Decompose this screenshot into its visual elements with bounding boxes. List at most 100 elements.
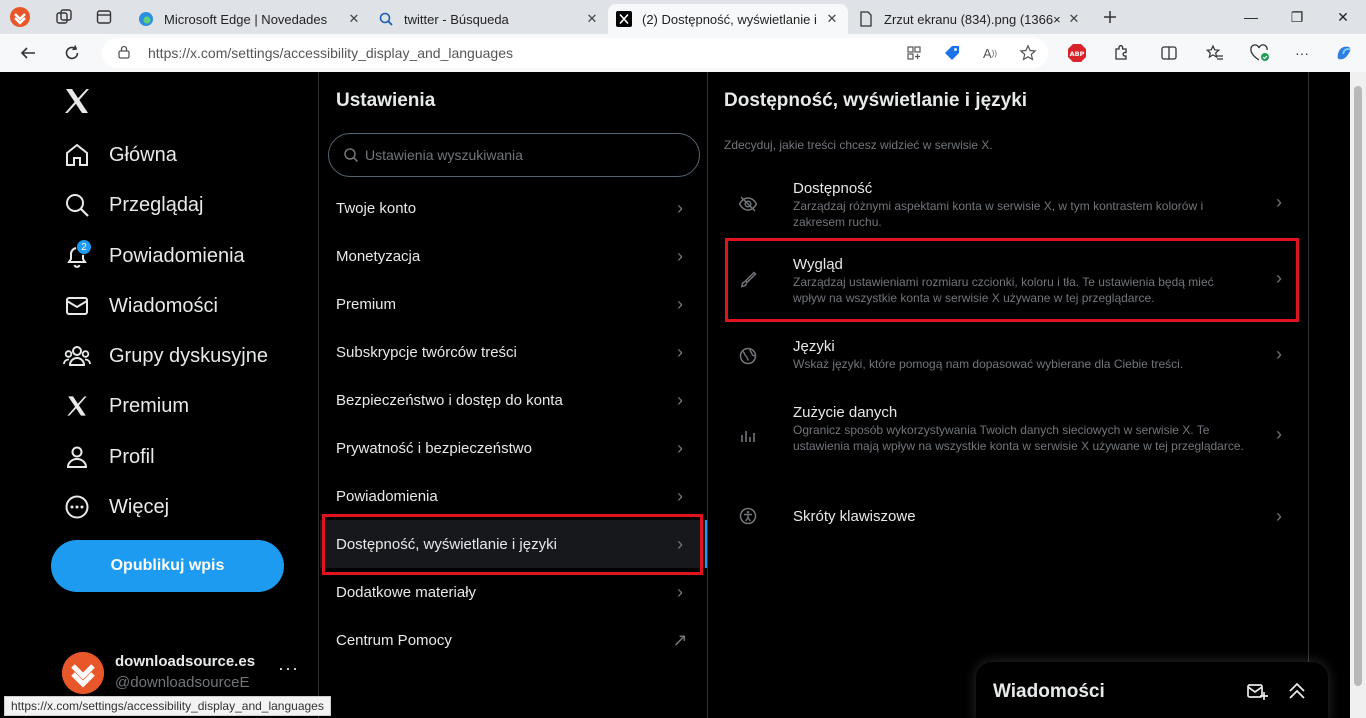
x-page: Główna Przeglądaj 2 Powiadomienia Wiadom… [4, 72, 1350, 718]
person-icon [62, 442, 92, 472]
tab-x-settings[interactable]: (2) Dostępność, wyświetlanie i języ ✕ [608, 4, 848, 34]
more-circle-icon [62, 492, 92, 522]
new-tab-icon[interactable] [1098, 5, 1122, 29]
svg-text:ABP: ABP [1070, 50, 1085, 58]
bell-icon: 2 [62, 239, 92, 271]
extensions-icon[interactable] [1111, 43, 1131, 63]
settings-more-icon[interactable]: ··· [1292, 43, 1312, 63]
settings-item-account[interactable]: Twoje konto › [320, 184, 706, 232]
chevron-right-icon: › [677, 437, 683, 458]
coupon-tag-icon[interactable] [942, 43, 962, 63]
nav-item-profile[interactable]: Profil [62, 437, 155, 477]
account-name: downloadsource.es [115, 653, 256, 670]
highlight-box-settings-item [322, 514, 703, 575]
eye-off-icon [738, 194, 758, 214]
chevron-right-icon: › [1276, 424, 1282, 444]
selected-indicator [705, 520, 707, 568]
close-icon[interactable]: ✕ [1066, 11, 1082, 27]
page-scrollbar[interactable] [1350, 72, 1366, 718]
tab-edge-news[interactable]: Microsoft Edge | Novedades ✕ [130, 4, 370, 34]
nav-item-home[interactable]: Główna [62, 135, 177, 175]
settings-item-premium[interactable]: Premium › [320, 280, 706, 328]
split-screen-icon[interactable] [1159, 43, 1179, 63]
minimize-icon[interactable]: — [1228, 4, 1274, 30]
settings-item-additional-resources[interactable]: Dodatkowe materiały › [320, 568, 706, 616]
copilot-icon[interactable] [1334, 43, 1354, 63]
post-button[interactable]: Opublikuj wpis [51, 540, 284, 592]
workspaces-icon[interactable] [52, 5, 76, 29]
window-close-icon[interactable]: ✕ [1320, 4, 1366, 30]
edge-icon [138, 11, 154, 27]
search-icon [344, 148, 359, 163]
lock-icon[interactable] [118, 45, 134, 62]
tab-twitter-search[interactable]: twitter - Búsqueda ✕ [370, 4, 608, 34]
settings-item-privacy[interactable]: Prywatność i bezpieczeństwo › [320, 424, 706, 472]
messages-drawer-title: Wiadomości [993, 681, 1105, 702]
read-aloud-icon[interactable]: A)) [980, 43, 1000, 63]
detail-item-languages[interactable]: Języki Wskaż języki, które pomogą nam do… [724, 328, 1294, 384]
browser-tab-strip: Microsoft Edge | Novedades ✕ twitter - B… [0, 0, 1366, 34]
chevron-right-icon: › [677, 197, 683, 218]
chevron-right-icon: › [1276, 192, 1282, 212]
highlight-box-appearance [725, 238, 1299, 322]
x-logo-icon [616, 11, 632, 27]
nav-item-messages[interactable]: Wiadomości [62, 286, 218, 326]
refresh-icon[interactable] [60, 41, 84, 65]
external-link-icon: ↗ [672, 629, 688, 650]
chevron-right-icon: › [677, 581, 683, 602]
search-icon [62, 190, 92, 220]
tab-actions-icon[interactable] [92, 5, 116, 29]
messages-drawer[interactable]: Wiadomości [976, 662, 1328, 718]
close-icon[interactable]: ✕ [346, 11, 362, 27]
chevron-right-icon: › [1276, 344, 1282, 364]
chevron-right-icon: › [677, 341, 683, 362]
adblock-icon[interactable]: ABP [1067, 43, 1087, 63]
app-available-icon[interactable] [904, 43, 924, 63]
account-handle: @downloadsourceE [115, 674, 250, 691]
mail-icon [62, 291, 92, 321]
expand-up-icon[interactable] [1286, 680, 1308, 702]
back-icon[interactable] [16, 41, 40, 65]
nav-item-explore[interactable]: Przeglądaj [62, 185, 204, 225]
url-text[interactable]: https://x.com/settings/accessibility_dis… [148, 45, 513, 61]
browser-essentials-icon[interactable] [1250, 43, 1270, 63]
chevron-right-icon: › [1276, 506, 1282, 526]
page-title: Ustawienia [336, 90, 436, 111]
tab-screenshot-file[interactable]: Zrzut ekranu (834).png (1366×768 ✕ [850, 4, 1090, 34]
nav-item-communities[interactable]: Grupy dyskusyjne [62, 336, 268, 376]
close-icon[interactable]: ✕ [584, 11, 600, 27]
close-icon[interactable]: ✕ [824, 11, 840, 27]
scrollbar-thumb[interactable] [1354, 86, 1362, 686]
settings-item-security[interactable]: Bezpieczeństwo i dostęp do konta › [320, 376, 706, 424]
nav-item-notifications[interactable]: 2 Powiadomienia [62, 236, 245, 276]
x-logo-icon [62, 391, 92, 421]
settings-item-help-center[interactable]: Centrum Pomocy ↗ [320, 616, 706, 664]
avatar [62, 652, 104, 694]
favorites-icon[interactable] [1205, 43, 1225, 63]
nav-item-more[interactable]: Więcej [62, 487, 169, 527]
detail-item-accessibility[interactable]: Dostępność Zarządzaj różnymi aspektami k… [724, 168, 1294, 240]
maximize-icon[interactable]: ❐ [1274, 4, 1320, 30]
nav-item-premium[interactable]: Premium [62, 386, 189, 426]
settings-item-monetization[interactable]: Monetyzacja › [320, 232, 706, 280]
chevron-right-icon: › [677, 245, 683, 266]
url-bar[interactable]: https://x.com/settings/accessibility_dis… [102, 38, 1048, 68]
new-message-icon[interactable] [1246, 680, 1268, 702]
settings-column: Ustawienia Ustawienia wyszukiwania Twoje… [318, 72, 708, 718]
address-bar-row: https://x.com/settings/accessibility_dis… [0, 34, 1366, 72]
status-url-tooltip: https://x.com/settings/accessibility_dis… [4, 696, 331, 716]
bar-chart-icon [738, 426, 758, 446]
search-placeholder: Ustawienia wyszukiwania [365, 147, 523, 163]
detail-item-data-usage[interactable]: Zużycie danych Ogranicz sposób wykorzyst… [724, 394, 1294, 480]
profile-icon[interactable] [8, 5, 32, 29]
settings-item-creator-subscriptions[interactable]: Subskrypcje twórców treści › [320, 328, 706, 376]
more-options-icon[interactable]: ··· [278, 658, 299, 679]
detail-title: Dostępność, wyświetlanie i języki [724, 90, 1028, 111]
settings-item-notifications[interactable]: Powiadomienia › [320, 472, 706, 520]
favorite-star-icon[interactable] [1018, 43, 1038, 63]
detail-item-keyboard-shortcuts[interactable]: Skróty klawiszowe › [724, 494, 1294, 540]
settings-search-input[interactable]: Ustawienia wyszukiwania [328, 133, 700, 177]
communities-icon [62, 341, 92, 371]
account-switcher[interactable]: downloadsource.es @downloadsourceE ··· [62, 650, 302, 700]
x-logo-icon[interactable] [62, 86, 92, 116]
